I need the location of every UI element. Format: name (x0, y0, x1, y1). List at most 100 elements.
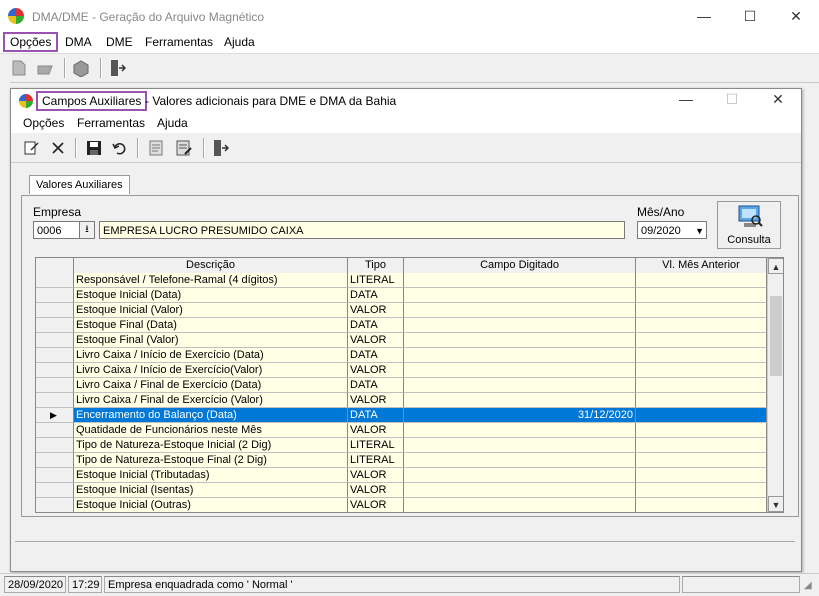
cell-vl-mes-anterior[interactable] (636, 483, 767, 498)
table-row[interactable]: Estoque Final (Data) DATA (36, 318, 767, 333)
cell-tipo[interactable]: VALOR (348, 393, 404, 408)
table-row[interactable]: Quatidade de Funcionários neste Mês VALOR (36, 423, 767, 438)
undo-icon[interactable] (111, 139, 129, 157)
cell-vl-mes-anterior[interactable] (636, 438, 767, 453)
cell-vl-mes-anterior[interactable] (636, 303, 767, 318)
dialog-minimize-button[interactable]: — (663, 85, 709, 113)
cell-campo-digitado[interactable] (404, 303, 636, 318)
consulta-button[interactable]: Consulta (717, 201, 781, 249)
cell-tipo[interactable]: DATA (348, 408, 404, 423)
menu-ajuda[interactable]: Ajuda (224, 35, 255, 49)
cell-campo-digitado[interactable] (404, 468, 636, 483)
resize-grip-icon[interactable]: ◢ (804, 580, 812, 591)
cell-vl-mes-anterior[interactable] (636, 318, 767, 333)
cell-campo-digitado[interactable] (404, 438, 636, 453)
table-row[interactable]: Tipo de Natureza-Estoque Final (2 Dig) LI… (36, 453, 767, 468)
cell-vl-mes-anterior[interactable] (636, 408, 767, 423)
cell-vl-mes-anterior[interactable] (636, 453, 767, 468)
cell-descricao[interactable]: Estoque Inicial (Isentas) (74, 483, 348, 498)
cell-tipo[interactable]: DATA (348, 288, 404, 303)
cell-tipo[interactable]: DATA (348, 348, 404, 363)
close-button[interactable]: ✕ (773, 0, 819, 32)
cell-descricao[interactable]: Estoque Inicial (Valor) (74, 303, 348, 318)
menu-dma[interactable]: DMA (65, 35, 92, 49)
open-icon[interactable] (36, 59, 54, 77)
cell-tipo[interactable]: VALOR (348, 468, 404, 483)
grid-scrollbar[interactable]: ▲ ▼ (767, 258, 783, 512)
table-row[interactable]: Estoque Inicial (Tributadas) VALOR (36, 468, 767, 483)
table-row[interactable]: Estoque Inicial (Valor) VALOR (36, 303, 767, 318)
scroll-down-icon[interactable]: ▼ (768, 496, 783, 512)
table-row[interactable]: Tipo de Natureza-Estoque Inicial (2 Dig)… (36, 438, 767, 453)
cell-tipo[interactable]: LITERAL (348, 438, 404, 453)
cell-descricao[interactable]: Livro Caixa / Início de Exercício(Valor) (74, 363, 348, 378)
header-tipo[interactable]: Tipo (348, 258, 404, 273)
dialog-menu-ferramentas[interactable]: Ferramentas (77, 116, 145, 130)
cell-descricao[interactable]: Responsável / Telefone-Ramal (4 dígitos) (74, 273, 348, 288)
dialog-close-button[interactable]: ✕ (755, 85, 801, 113)
tab-valores-auxiliares[interactable]: Valores Auxiliares (29, 175, 130, 194)
save-icon[interactable] (85, 139, 103, 157)
cell-vl-mes-anterior[interactable] (636, 498, 767, 512)
cell-descricao[interactable]: Encerramento do Balanço (Data) (74, 408, 348, 423)
cell-tipo[interactable]: VALOR (348, 303, 404, 318)
cell-descricao[interactable]: Estoque Inicial (Tributadas) (74, 468, 348, 483)
cell-descricao[interactable]: Estoque Inicial (Outras) (74, 498, 348, 512)
cell-tipo[interactable]: VALOR (348, 498, 404, 512)
table-row[interactable]: Estoque Final (Valor) VALOR (36, 333, 767, 348)
cell-tipo[interactable]: VALOR (348, 333, 404, 348)
header-vl-mes-anterior[interactable]: Vl. Mês Anterior (636, 258, 767, 273)
header-descricao[interactable]: Descrição (74, 258, 348, 273)
cell-vl-mes-anterior[interactable] (636, 363, 767, 378)
table-row[interactable]: Livro Caixa / Final de Exercício (Valor)… (36, 393, 767, 408)
table-row[interactable]: Estoque Inicial (Data) DATA (36, 288, 767, 303)
cell-descricao[interactable]: Livro Caixa / Final de Exercício (Valor) (74, 393, 348, 408)
menu-dme[interactable]: DME (106, 35, 133, 49)
cell-descricao[interactable]: Estoque Final (Valor) (74, 333, 348, 348)
scroll-thumb[interactable] (770, 296, 782, 376)
cell-campo-digitado[interactable] (404, 288, 636, 303)
cell-tipo[interactable]: VALOR (348, 363, 404, 378)
edit-icon[interactable] (23, 139, 41, 157)
mes-ano-select[interactable]: 09/2020 ▼ (637, 221, 707, 239)
header-campo-digitado[interactable]: Campo Digitado (404, 258, 636, 273)
cell-campo-digitado[interactable] (404, 423, 636, 438)
empresa-lookup-button[interactable]: ⭳ (79, 221, 95, 239)
report-edit-icon[interactable] (175, 139, 193, 157)
cell-campo-digitado[interactable]: 31/12/2020 (404, 408, 636, 423)
menu-opcoes[interactable]: Opções (2, 32, 59, 52)
maximize-button[interactable]: ☐ (727, 0, 773, 32)
menu-ferramentas[interactable]: Ferramentas (145, 35, 213, 49)
cell-campo-digitado[interactable] (404, 363, 636, 378)
cell-vl-mes-anterior[interactable] (636, 333, 767, 348)
cell-tipo[interactable]: LITERAL (348, 273, 404, 288)
exit-door-icon[interactable] (211, 139, 229, 157)
cell-descricao[interactable]: Estoque Final (Data) (74, 318, 348, 333)
cell-vl-mes-anterior[interactable] (636, 423, 767, 438)
cell-descricao[interactable]: Estoque Inicial (Data) (74, 288, 348, 303)
cell-campo-digitado[interactable] (404, 273, 636, 288)
minimize-button[interactable]: — (681, 0, 727, 32)
cell-vl-mes-anterior[interactable] (636, 378, 767, 393)
cell-campo-digitado[interactable] (404, 333, 636, 348)
table-row[interactable]: Estoque Inicial (Isentas) VALOR (36, 483, 767, 498)
cell-campo-digitado[interactable] (404, 483, 636, 498)
cell-tipo[interactable]: DATA (348, 318, 404, 333)
cell-vl-mes-anterior[interactable] (636, 273, 767, 288)
cell-campo-digitado[interactable] (404, 453, 636, 468)
new-document-icon[interactable] (10, 59, 28, 77)
cell-campo-digitado[interactable] (404, 498, 636, 512)
cell-vl-mes-anterior[interactable] (636, 468, 767, 483)
cell-campo-digitado[interactable] (404, 378, 636, 393)
delete-icon[interactable] (49, 139, 67, 157)
table-row[interactable]: Livro Caixa / Início de Exercício (Data)… (36, 348, 767, 363)
dialog-menu-ajuda[interactable]: Ajuda (157, 116, 188, 130)
cell-descricao[interactable]: Tipo de Natureza-Estoque Inicial (2 Dig) (74, 438, 348, 453)
cell-campo-digitado[interactable] (404, 393, 636, 408)
dialog-maximize-button[interactable]: ☐ (709, 85, 755, 113)
empresa-name-field[interactable]: EMPRESA LUCRO PRESUMIDO CAIXA (99, 221, 625, 239)
cell-tipo[interactable]: VALOR (348, 423, 404, 438)
cell-campo-digitado[interactable] (404, 318, 636, 333)
cell-tipo[interactable]: DATA (348, 378, 404, 393)
report-icon[interactable] (147, 139, 165, 157)
